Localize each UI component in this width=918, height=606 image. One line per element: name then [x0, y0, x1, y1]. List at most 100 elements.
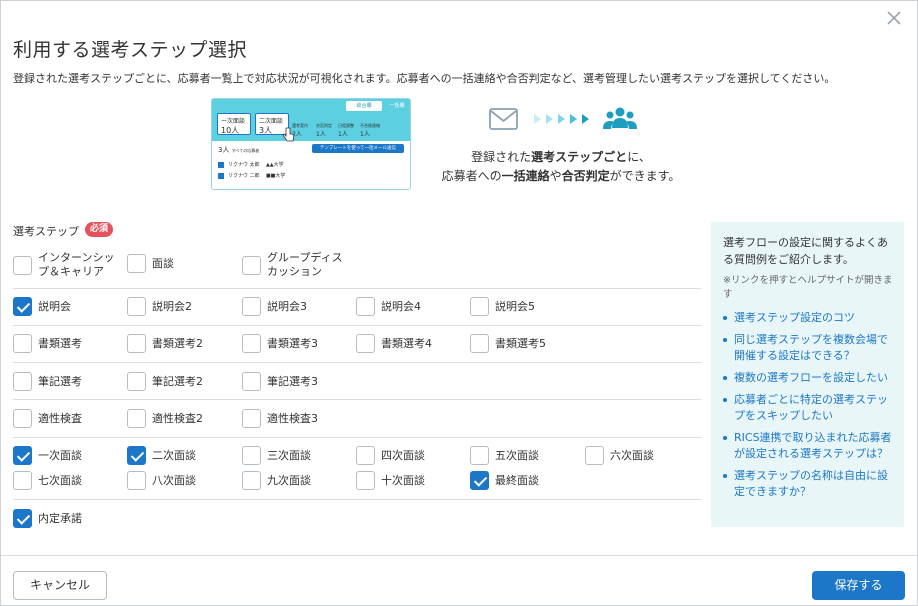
checkbox-icon[interactable] [127, 372, 146, 391]
checkbox-icon[interactable] [470, 334, 489, 353]
checkbox-icon[interactable] [127, 409, 146, 428]
step-checkbox-document-screening-2[interactable]: 書類選考2 [127, 334, 203, 353]
checkbox-icon[interactable] [242, 409, 261, 428]
faq-link-tips[interactable]: 選考ステップ設定のコツ [723, 310, 894, 326]
faq-link-skip-step[interactable]: 応募者ごとに特定の選考ステップをスキップしたい [723, 392, 894, 424]
checkbox-icon[interactable] [127, 471, 146, 490]
step-checkbox-interview-6[interactable]: 六次面談 [585, 446, 654, 465]
step-checkbox-interview-8[interactable]: 八次面談 [127, 471, 196, 490]
people-icon [603, 107, 637, 129]
step-label: 説明会 [38, 299, 71, 313]
step-checkbox-interview-7[interactable]: 七次面談 [13, 471, 82, 490]
step-checkbox-document-screening[interactable]: 書類選考 [13, 334, 82, 353]
step-checkbox-internship[interactable]: インターンシッ プ＆キャリア [13, 251, 114, 279]
checkbox-icon[interactable] [127, 297, 146, 316]
step-checkbox-interview-4[interactable]: 四次面談 [356, 446, 425, 465]
step-label: 二次面談 [152, 448, 196, 462]
faq-link-rics[interactable]: RICS連携で取り込まれた応募者が設定される選考ステップは？ [723, 430, 894, 462]
step-checkbox-briefing-5[interactable]: 説明会5 [470, 297, 535, 316]
step-label: 十次面談 [381, 473, 425, 487]
steps-section-label: 選考ステップ [13, 225, 79, 238]
step-checkbox-briefing-2[interactable]: 説明会2 [127, 297, 192, 316]
step-checkbox-interview-3[interactable]: 三次面談 [242, 446, 311, 465]
step-checkbox-interview-10[interactable]: 十次面談 [356, 471, 425, 490]
step-checkbox-written-test-2[interactable]: 筆記選考2 [127, 372, 203, 391]
illustration-row-name: リクナウ 二郎 [228, 173, 260, 179]
step-label: 四次面談 [381, 448, 425, 462]
illustration-step-label: 一次面談 [221, 118, 246, 125]
checkbox-icon[interactable] [356, 297, 375, 316]
step-checkbox-document-screening-3[interactable]: 書類選考3 [242, 334, 318, 353]
faq-link-rename-step[interactable]: 選考ステップの名称は自由に設定できますか？ [723, 468, 894, 500]
step-checkbox-aptitude-test[interactable]: 適性検査 [13, 409, 82, 428]
step-checkbox-interview-1[interactable]: 一次面談 [13, 446, 82, 465]
illustration-template-button: テンプレートを使って一括メール送信 [312, 144, 404, 153]
step-checkbox-interview-2[interactable]: 二次面談 [127, 446, 196, 465]
step-label: 一次面談 [38, 448, 82, 462]
checkbox-icon[interactable] [242, 297, 261, 316]
step-label: 適性検査 [38, 411, 82, 425]
checkbox-icon[interactable] [470, 297, 489, 316]
illustration-step-label: 二次面談 [259, 118, 284, 125]
illustration-count: 3人 すべての応募者 [218, 145, 259, 155]
step-label: 筆記選考 [38, 374, 82, 388]
checkbox-icon[interactable] [470, 446, 489, 465]
checkbox-icon[interactable] [242, 255, 261, 275]
step-checkbox-offer-acceptance[interactable]: 内定承諾 [13, 509, 82, 528]
step-checkbox-written-test-3[interactable]: 筆記選考3 [242, 372, 318, 391]
step-checkbox-final-interview[interactable]: 最終面談 [470, 471, 539, 490]
checkbox-checked-icon[interactable] [13, 297, 32, 316]
save-button[interactable]: 保存する [812, 571, 905, 600]
caption-line-2: 応募者への一括連絡や合否判定ができます。 [421, 167, 701, 186]
step-checkbox-briefing-4[interactable]: 説明会4 [356, 297, 421, 316]
checkbox-checked-icon[interactable] [127, 446, 146, 465]
illustration-step-value: 10人 [221, 126, 240, 135]
mail-icon [489, 108, 518, 130]
footer-divider [1, 555, 917, 556]
step-checkbox-group-discussion[interactable]: グループディス カッション [242, 251, 343, 279]
step-label: 五次面談 [495, 448, 539, 462]
checkbox-icon[interactable] [13, 471, 32, 490]
checkbox-icon[interactable] [356, 334, 375, 353]
checkbox-icon[interactable] [356, 471, 375, 490]
divider [13, 325, 701, 326]
checkbox-icon[interactable] [13, 334, 32, 353]
illustration-count-sub: すべての応募者 [231, 148, 260, 153]
step-checkbox-document-screening-4[interactable]: 書類選考4 [356, 334, 432, 353]
illustration-stat-value: 1人 [338, 131, 348, 138]
step-checkbox-interview-5[interactable]: 五次面談 [470, 446, 539, 465]
checkbox-checked-icon[interactable] [13, 446, 32, 465]
checkbox-icon[interactable] [242, 471, 261, 490]
step-checkbox-interview-9[interactable]: 九次面談 [242, 471, 311, 490]
cancel-button[interactable]: キャンセル [13, 571, 107, 600]
checkbox-checked-icon[interactable] [13, 509, 32, 528]
checkbox-icon[interactable] [13, 255, 32, 275]
divider [13, 499, 701, 500]
faq-link-multiple-flows[interactable]: 複数の選考フローを設定したい [723, 370, 894, 386]
caption-emphasis: 選考ステップごと [531, 150, 628, 164]
checkbox-icon[interactable] [13, 409, 32, 428]
step-checkbox-document-screening-5[interactable]: 書類選考5 [470, 334, 546, 353]
checkbox-icon[interactable] [356, 446, 375, 465]
checkbox-checked-icon[interactable] [470, 471, 489, 490]
checkbox-icon[interactable] [242, 334, 261, 353]
modal-description: 登録された選考ステップごとに、応募者一覧上で対応状況が可視化されます。応募者への… [13, 72, 836, 85]
checkbox-icon[interactable] [585, 446, 604, 465]
faq-link-multiple-venues[interactable]: 同じ選考ステップを複数会場で開催する設定はできる？ [723, 332, 894, 364]
step-checkbox-written-test[interactable]: 筆記選考 [13, 372, 82, 391]
checkbox-icon[interactable] [242, 372, 261, 391]
step-label-line: プ＆キャリア [38, 265, 104, 278]
checkbox-icon[interactable] [242, 446, 261, 465]
illustration-caption: 登録された選考ステップごとに、 応募者への一括連絡や合否判定ができます。 [421, 148, 701, 186]
step-checkbox-aptitude-test-3[interactable]: 適性検査3 [242, 409, 318, 428]
step-label: 説明会4 [381, 299, 421, 313]
step-checkbox-briefing-3[interactable]: 説明会3 [242, 297, 307, 316]
step-checkbox-briefing[interactable]: 説明会 [13, 297, 71, 316]
checkbox-icon[interactable] [127, 334, 146, 353]
checkbox-icon[interactable] [127, 254, 146, 273]
checkbox-icon[interactable] [13, 372, 32, 391]
close-icon[interactable] [885, 9, 903, 27]
step-checkbox-aptitude-test-2[interactable]: 適性検査2 [127, 409, 203, 428]
step-checkbox-interview[interactable]: 面談 [127, 254, 174, 273]
caption-line-1: 登録された選考ステップごとに、 [421, 148, 701, 167]
